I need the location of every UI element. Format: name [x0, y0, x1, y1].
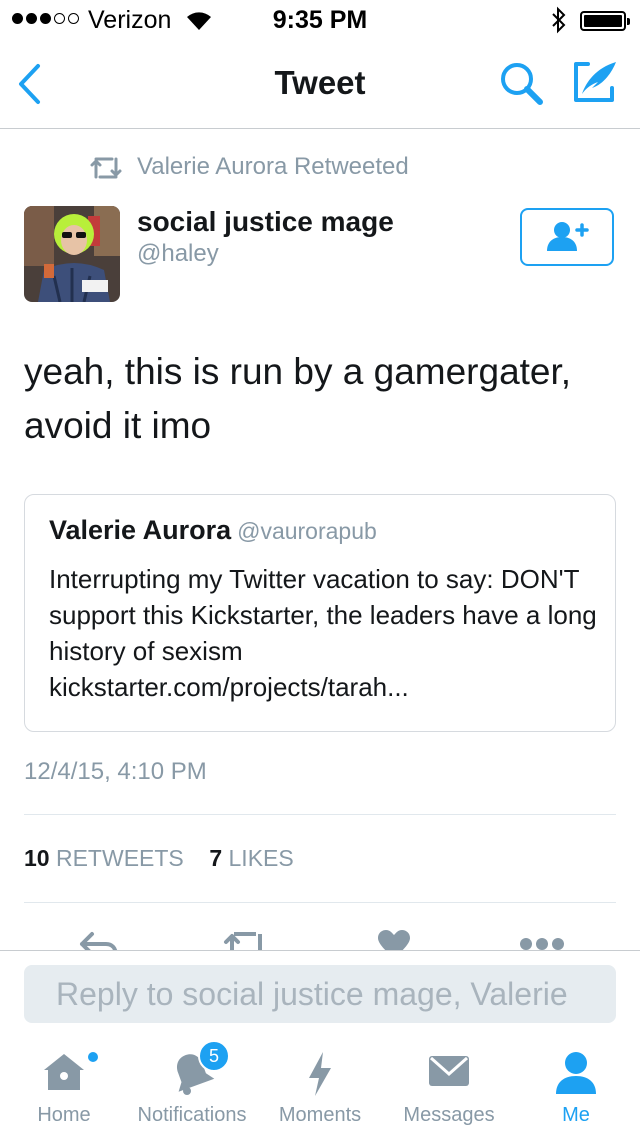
- tab-label-messages: Messages: [403, 1104, 495, 1126]
- tweet-text: yeah, this is run by a gamergater, avoid…: [24, 351, 572, 446]
- search-icon[interactable]: [498, 60, 546, 108]
- battery-icon: [580, 11, 630, 31]
- quoted-author-name: Valerie Aurora: [49, 515, 232, 545]
- navigation-bar: Tweet: [0, 40, 640, 129]
- quoted-author-handle: @vaurorapub: [237, 518, 377, 544]
- retweet-action-icon[interactable]: [222, 930, 270, 950]
- tab-me[interactable]: Me: [526, 1036, 626, 1136]
- status-bar: Verizon 9:35 PM: [0, 0, 640, 40]
- tab-moments[interactable]: Moments: [270, 1036, 370, 1136]
- tweet-timestamp: 12/4/15, 4:10 PM: [24, 758, 207, 785]
- divider: [24, 902, 616, 903]
- more-icon[interactable]: [518, 936, 566, 950]
- tab-label-me: Me: [562, 1104, 590, 1126]
- reply-icon[interactable]: [78, 930, 118, 950]
- reply-bar: [0, 950, 640, 1037]
- tab-bar: Home 5 Notifications Moments Messages Me: [0, 1036, 640, 1136]
- notifications-badge: 5: [198, 1040, 230, 1072]
- tab-label-moments: Moments: [278, 1104, 362, 1126]
- reply-input[interactable]: [24, 965, 616, 1023]
- author-handle[interactable]: @haley: [137, 240, 219, 268]
- tab-messages[interactable]: Messages: [394, 1036, 504, 1136]
- divider: [24, 814, 616, 815]
- quoted-tweet-card[interactable]: Valerie Aurora @vaurorapub Interrupting m…: [24, 494, 616, 732]
- follow-button[interactable]: [520, 208, 614, 266]
- person-icon: [556, 1052, 596, 1094]
- likes-label[interactable]: LIKES: [229, 845, 294, 871]
- tweet-actions: [0, 922, 640, 950]
- likes-count[interactable]: 7: [209, 845, 222, 871]
- tab-label-home: Home: [37, 1104, 91, 1126]
- tab-label-notifications: Notifications: [137, 1104, 247, 1126]
- compose-icon[interactable]: [572, 58, 618, 104]
- bluetooth-icon: [552, 6, 566, 34]
- tab-notifications[interactable]: 5 Notifications: [128, 1036, 256, 1136]
- retweeted-by-label[interactable]: Valerie Aurora Retweeted: [137, 153, 409, 181]
- add-person-icon: [547, 222, 589, 251]
- author-name[interactable]: social justice mage: [137, 206, 394, 238]
- engagement-stats: 10 RETWEETS 7 LIKES: [24, 845, 294, 872]
- retweet-icon: [90, 157, 122, 179]
- lightning-icon: [309, 1052, 331, 1096]
- quoted-tweet-text: Interrupting my Twitter vacation to say:…: [49, 564, 597, 702]
- new-content-dot: [88, 1052, 98, 1062]
- quoted-author: Valerie Aurora @vaurorapub: [49, 515, 377, 546]
- retweets-count[interactable]: 10: [24, 845, 50, 871]
- status-time: 9:35 PM: [272, 6, 368, 34]
- envelope-icon: [429, 1056, 469, 1086]
- home-icon: [44, 1054, 84, 1090]
- avatar[interactable]: [24, 206, 120, 302]
- heart-icon[interactable]: [376, 930, 412, 950]
- tab-home[interactable]: Home: [14, 1036, 114, 1136]
- retweets-label[interactable]: RETWEETS: [56, 845, 184, 871]
